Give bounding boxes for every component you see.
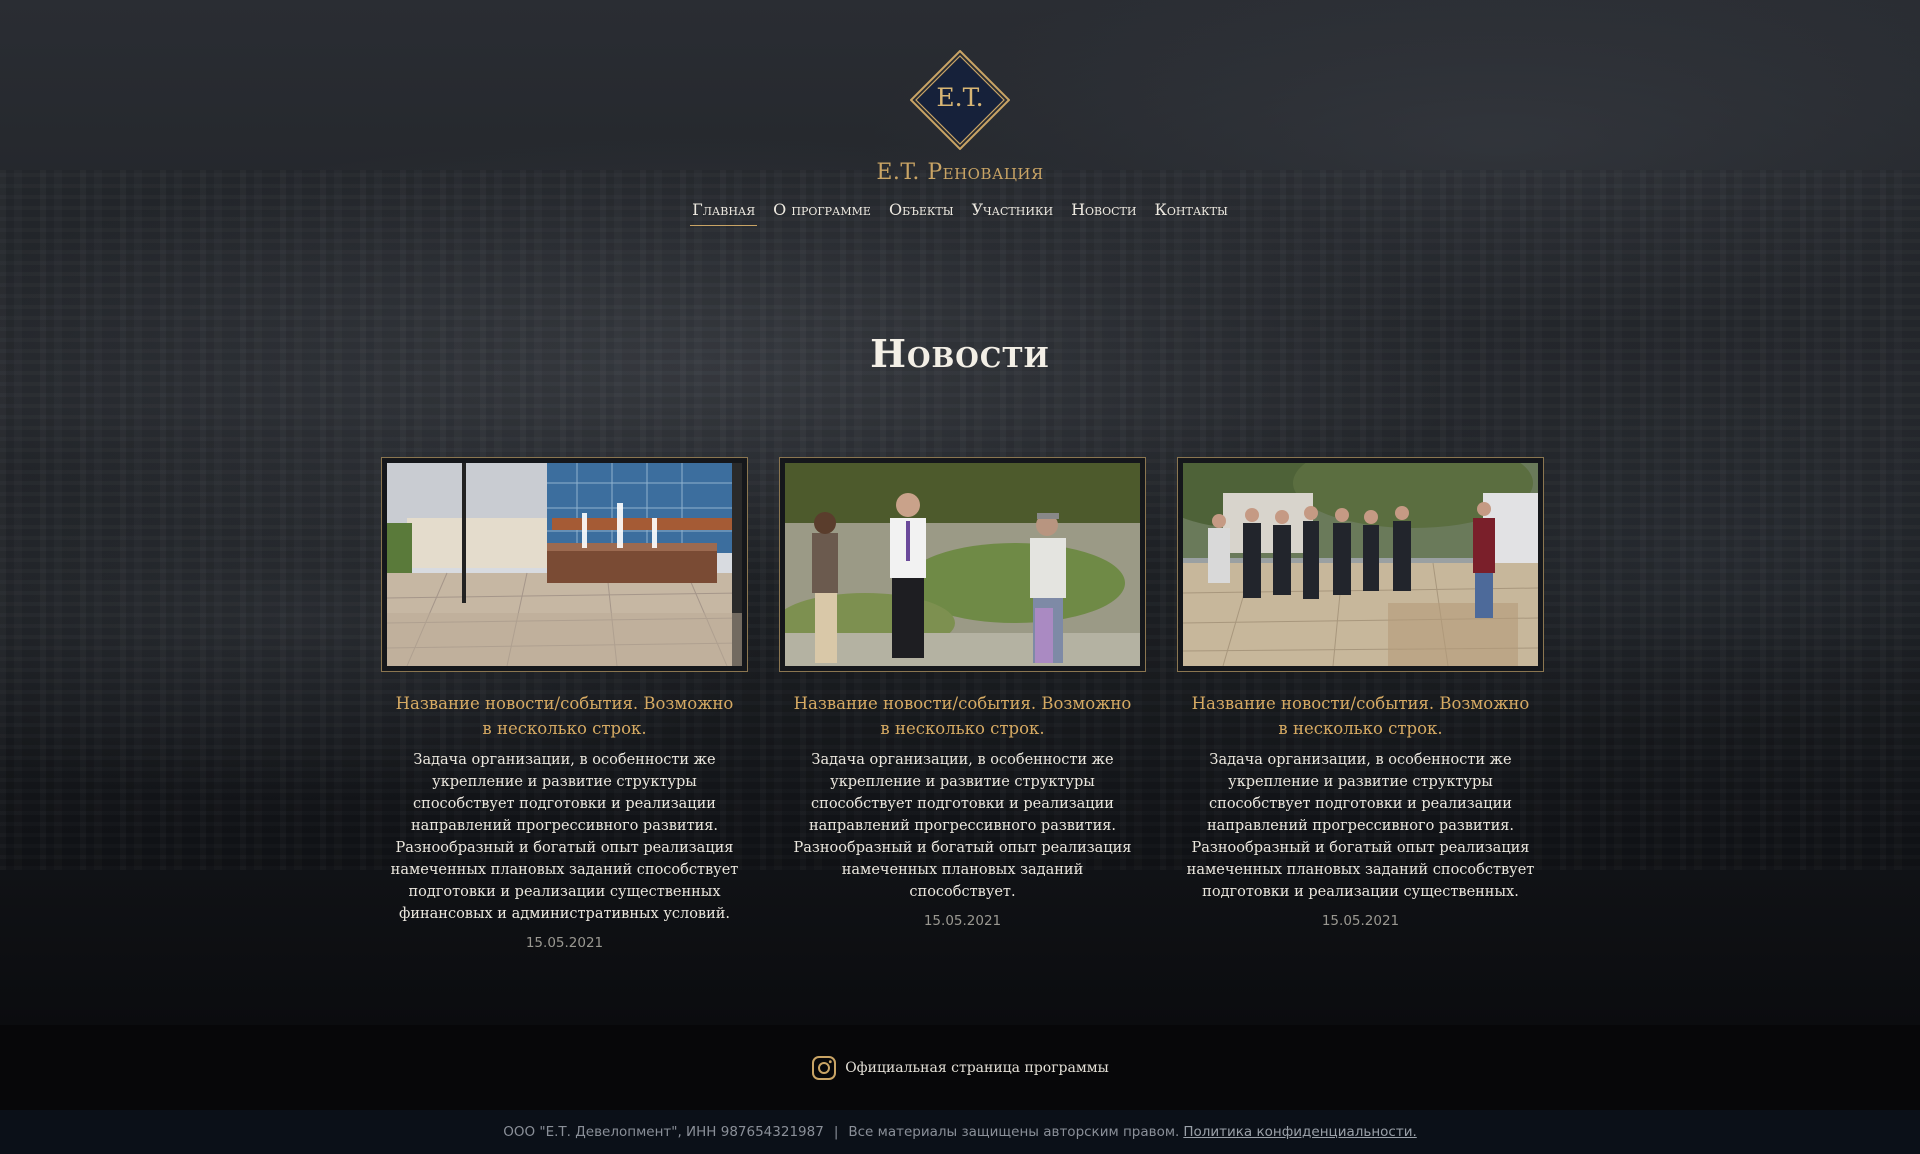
- news-date: 15.05.2021: [525, 935, 604, 951]
- news-title[interactable]: Название новости/события. Возможно в нес…: [779, 691, 1146, 741]
- nav-participants[interactable]: Участники: [970, 198, 1055, 226]
- news-image-officials-meeting: [1183, 463, 1538, 666]
- news-image-garden-visit: [785, 463, 1140, 666]
- nav-contacts[interactable]: Контакты: [1152, 198, 1229, 226]
- footer-separator: |: [833, 1124, 839, 1140]
- main-nav: Главная О программе Объекты Участники Но…: [0, 198, 1920, 226]
- news-excerpt: Задача организации, в особенности же укр…: [1186, 752, 1535, 900]
- footer-rights: Все материалы защищены авторским правом.: [848, 1124, 1180, 1140]
- logo[interactable]: E.T.: [909, 49, 1011, 151]
- logo-monogram: E.T.: [936, 83, 984, 112]
- page-title: Новости: [870, 331, 1050, 376]
- news-title[interactable]: Название новости/события. Возможно в нес…: [381, 691, 748, 741]
- news-image-frame[interactable]: [1177, 457, 1544, 672]
- news-image-frame[interactable]: [381, 457, 748, 672]
- nav-news[interactable]: Новости: [1069, 198, 1138, 226]
- privacy-policy-link[interactable]: Политика конфиденциальности.: [1183, 1124, 1416, 1140]
- nav-objects[interactable]: Объекты: [887, 198, 956, 226]
- news-excerpt: Задача организации, в особенности же укр…: [793, 752, 1132, 900]
- footer: ООО "Е.Т. Девелопмент", ИНН 987654321987…: [0, 1110, 1920, 1154]
- news-card[interactable]: Название новости/события. Возможно в нес…: [381, 457, 748, 951]
- news-excerpt: Задача организации, в особенности же укр…: [390, 752, 739, 922]
- footer-company: ООО "Е.Т. Девелопмент", ИНН 987654321987: [503, 1124, 824, 1140]
- news-image-frame[interactable]: [779, 457, 1146, 672]
- news-date: 15.05.2021: [923, 913, 1002, 929]
- social-link-label[interactable]: Официальная страница программы: [845, 1060, 1109, 1076]
- news-image-city-square: [387, 463, 742, 666]
- brand-name[interactable]: E.T. Реновация: [0, 160, 1920, 185]
- nav-about[interactable]: О программе: [771, 198, 873, 226]
- news-list: Название новости/события. Возможно в нес…: [381, 457, 1544, 951]
- instagram-icon[interactable]: [811, 1055, 837, 1081]
- news-card[interactable]: Название новости/события. Возможно в нес…: [1177, 457, 1544, 951]
- news-card[interactable]: Название новости/события. Возможно в нес…: [779, 457, 1146, 951]
- news-date: 15.05.2021: [1321, 913, 1400, 929]
- social-links: Официальная страница программы: [0, 1025, 1920, 1110]
- nav-home[interactable]: Главная: [690, 198, 758, 226]
- news-title[interactable]: Название новости/события. Возможно в нес…: [1177, 691, 1544, 741]
